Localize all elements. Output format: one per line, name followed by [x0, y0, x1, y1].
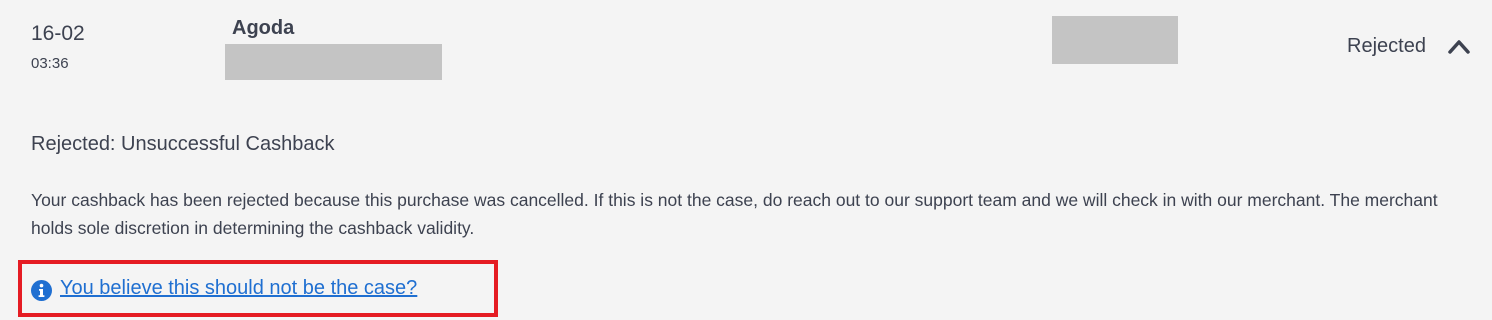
rejection-title: Rejected: Unsuccessful Cashback — [31, 133, 335, 155]
transaction-date: 16-02 — [31, 22, 85, 45]
info-icon — [31, 280, 52, 301]
redacted-order-details — [225, 44, 442, 80]
transaction-time: 03:36 — [31, 55, 69, 72]
merchant-name: Agoda — [232, 17, 295, 39]
rejection-description: Your cashback has been rejected because … — [31, 190, 1438, 238]
appeal-link[interactable]: You believe this should not be the case? — [60, 276, 417, 300]
status-label: Rejected — [1347, 35, 1426, 57]
redacted-amount — [1052, 16, 1178, 64]
chevron-up-icon[interactable] — [1447, 36, 1471, 56]
